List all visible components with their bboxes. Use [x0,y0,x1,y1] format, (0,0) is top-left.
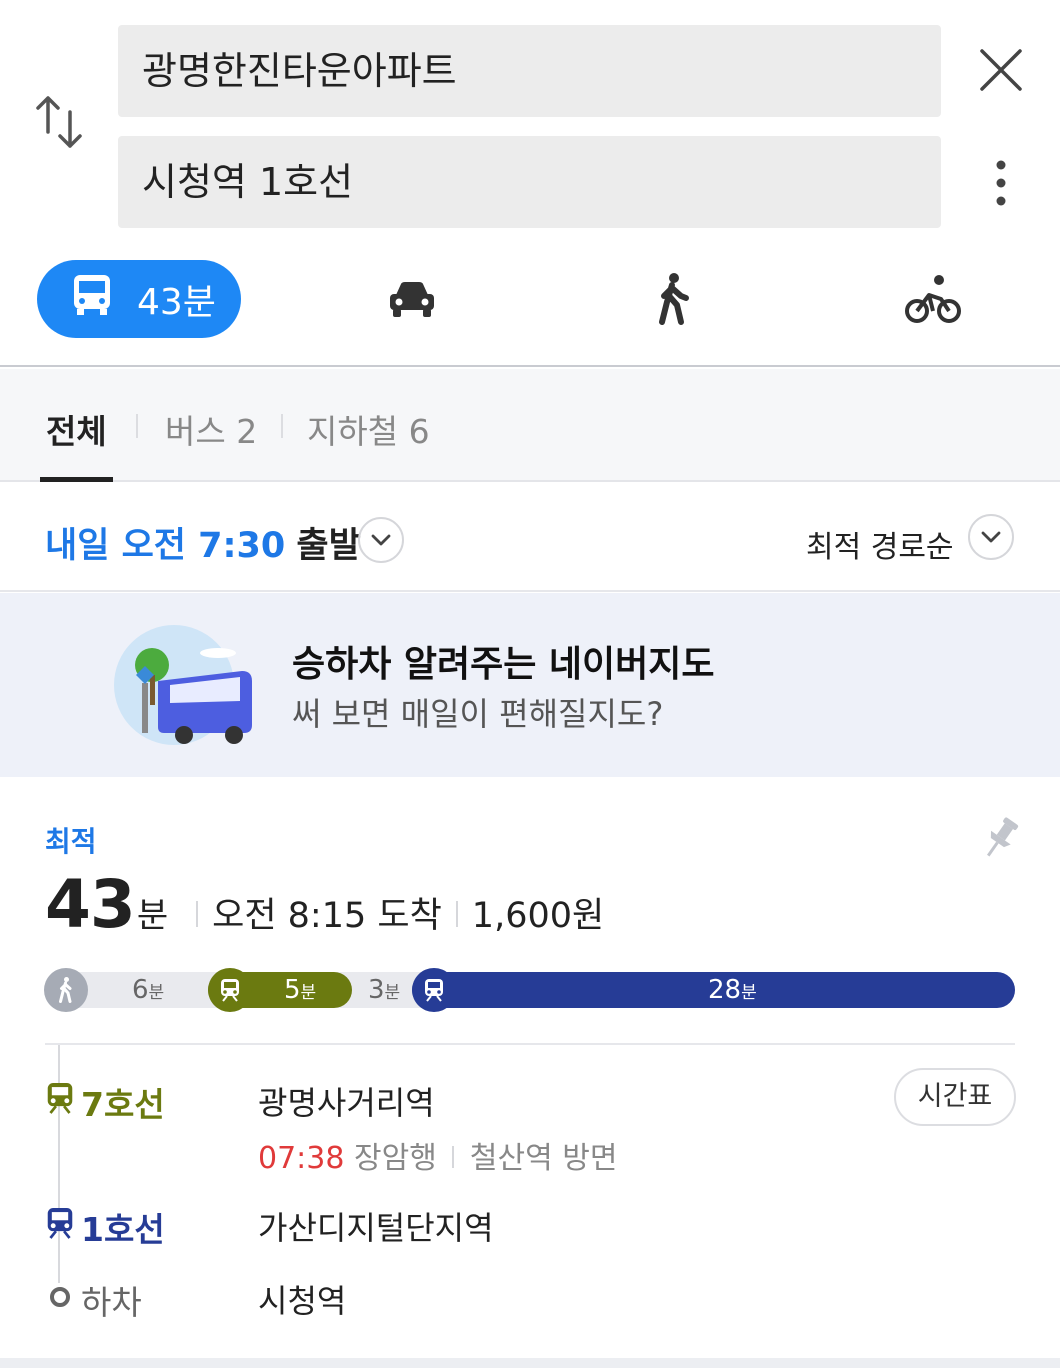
transit-duration: 43분 [137,282,216,323]
route-filter-tabs: 전체 버스 2 지하철 6 [0,369,1060,482]
next-train-time: 07:38 [258,1141,345,1176]
detail-divider [452,1146,455,1168]
pin-icon[interactable] [982,816,1022,860]
walk-mode-button[interactable] [643,269,703,329]
train-direction: 철산역 방면 [469,1141,618,1176]
subway-icon [45,1206,75,1248]
banner-title: 승하차 알려주는 네이버지도 [292,644,715,685]
line1-duration: 28분 [708,975,757,1005]
next-train-info: 07:38 장암행 철산역 방면 [258,1133,617,1177]
departure-time-selector[interactable]: 내일 오전 7:30 출발 [45,517,361,568]
tab-subway[interactable]: 지하철 6 [307,405,430,453]
departure-suffix: 출발 [296,526,361,566]
transfer-station[interactable]: 가산디지털단지역 [258,1203,494,1249]
bike-icon [905,275,961,323]
fare: 1,600원 [471,896,605,936]
walk-icon [659,273,689,325]
departure-time: 내일 오전 7:30 [45,526,286,566]
line7-duration: 5분 [284,975,317,1005]
car-icon [390,282,434,317]
departure-options: 내일 오전 7:30 출발 최적 경로순 [0,484,1060,592]
subway-icon [208,968,252,1012]
active-tab-underline [40,477,113,482]
car-mode-button[interactable] [382,269,442,329]
destination-input[interactable]: 시청역 1호선 [118,136,941,228]
line7-step-label: 7호선 [45,1078,165,1126]
transport-mode-bar: 43분 [0,245,1060,367]
walk1-duration: 6분 [132,975,165,1005]
total-minutes: 43 [45,866,136,943]
route-search-header: 광명한진타운아파트 시청역 1호선 [0,0,1060,245]
boarding-station[interactable]: 광명사거리역 [258,1078,435,1124]
bus-icon [71,273,113,326]
subway-icon [45,1081,75,1123]
bus-illustration-icon [112,623,262,753]
line1-step-label: 1호선 [45,1203,165,1251]
swap-icon[interactable] [34,92,86,152]
transit-mode-button[interactable]: 43분 [37,260,241,338]
tab-bus[interactable]: 버스 2 [165,405,257,453]
chevron-down-icon[interactable] [358,517,404,563]
train-destination: 장암행 [354,1141,437,1176]
tab-all[interactable]: 전체 [46,405,107,453]
alight-circle-icon [45,1281,75,1320]
bottom-divider [0,1358,1060,1368]
best-route-badge: 최적 [45,825,97,858]
timetable-button[interactable]: 시간표 [894,1068,1016,1126]
more-options-icon[interactable] [988,158,1014,208]
chevron-down-icon[interactable] [968,514,1014,560]
route-result-card[interactable]: 최적 43 분 오전 8:15 도착 1,600원 6분 5분 3분 28분 7… [0,778,1060,1358]
bike-mode-button[interactable] [903,269,963,329]
summary-divider [455,901,458,927]
walk-icon [44,968,88,1012]
destination-station[interactable]: 시청역 [258,1276,346,1322]
close-icon[interactable] [978,47,1024,93]
start-input[interactable]: 광명한진타운아파트 [118,25,941,117]
section-divider [45,1043,1015,1045]
route-summary: 43 분 오전 8:15 도착 1,600원 [45,866,604,943]
banner-subtitle: 써 보면 매일이 편해질지도? [292,695,664,733]
tab-divider [136,414,138,438]
tab-divider [281,414,283,438]
alight-step-label: 하차 [45,1276,142,1324]
subway-icon [412,968,456,1012]
total-minutes-unit: 분 [136,896,169,936]
arrival-time: 오전 8:15 도착 [212,896,442,936]
summary-divider [196,901,199,927]
sort-order-label[interactable]: 최적 경로순 [806,522,954,566]
promo-banner[interactable]: 승하차 알려주는 네이버지도 써 보면 매일이 편해질지도? [0,593,1060,777]
walk2-duration: 3분 [368,975,401,1005]
